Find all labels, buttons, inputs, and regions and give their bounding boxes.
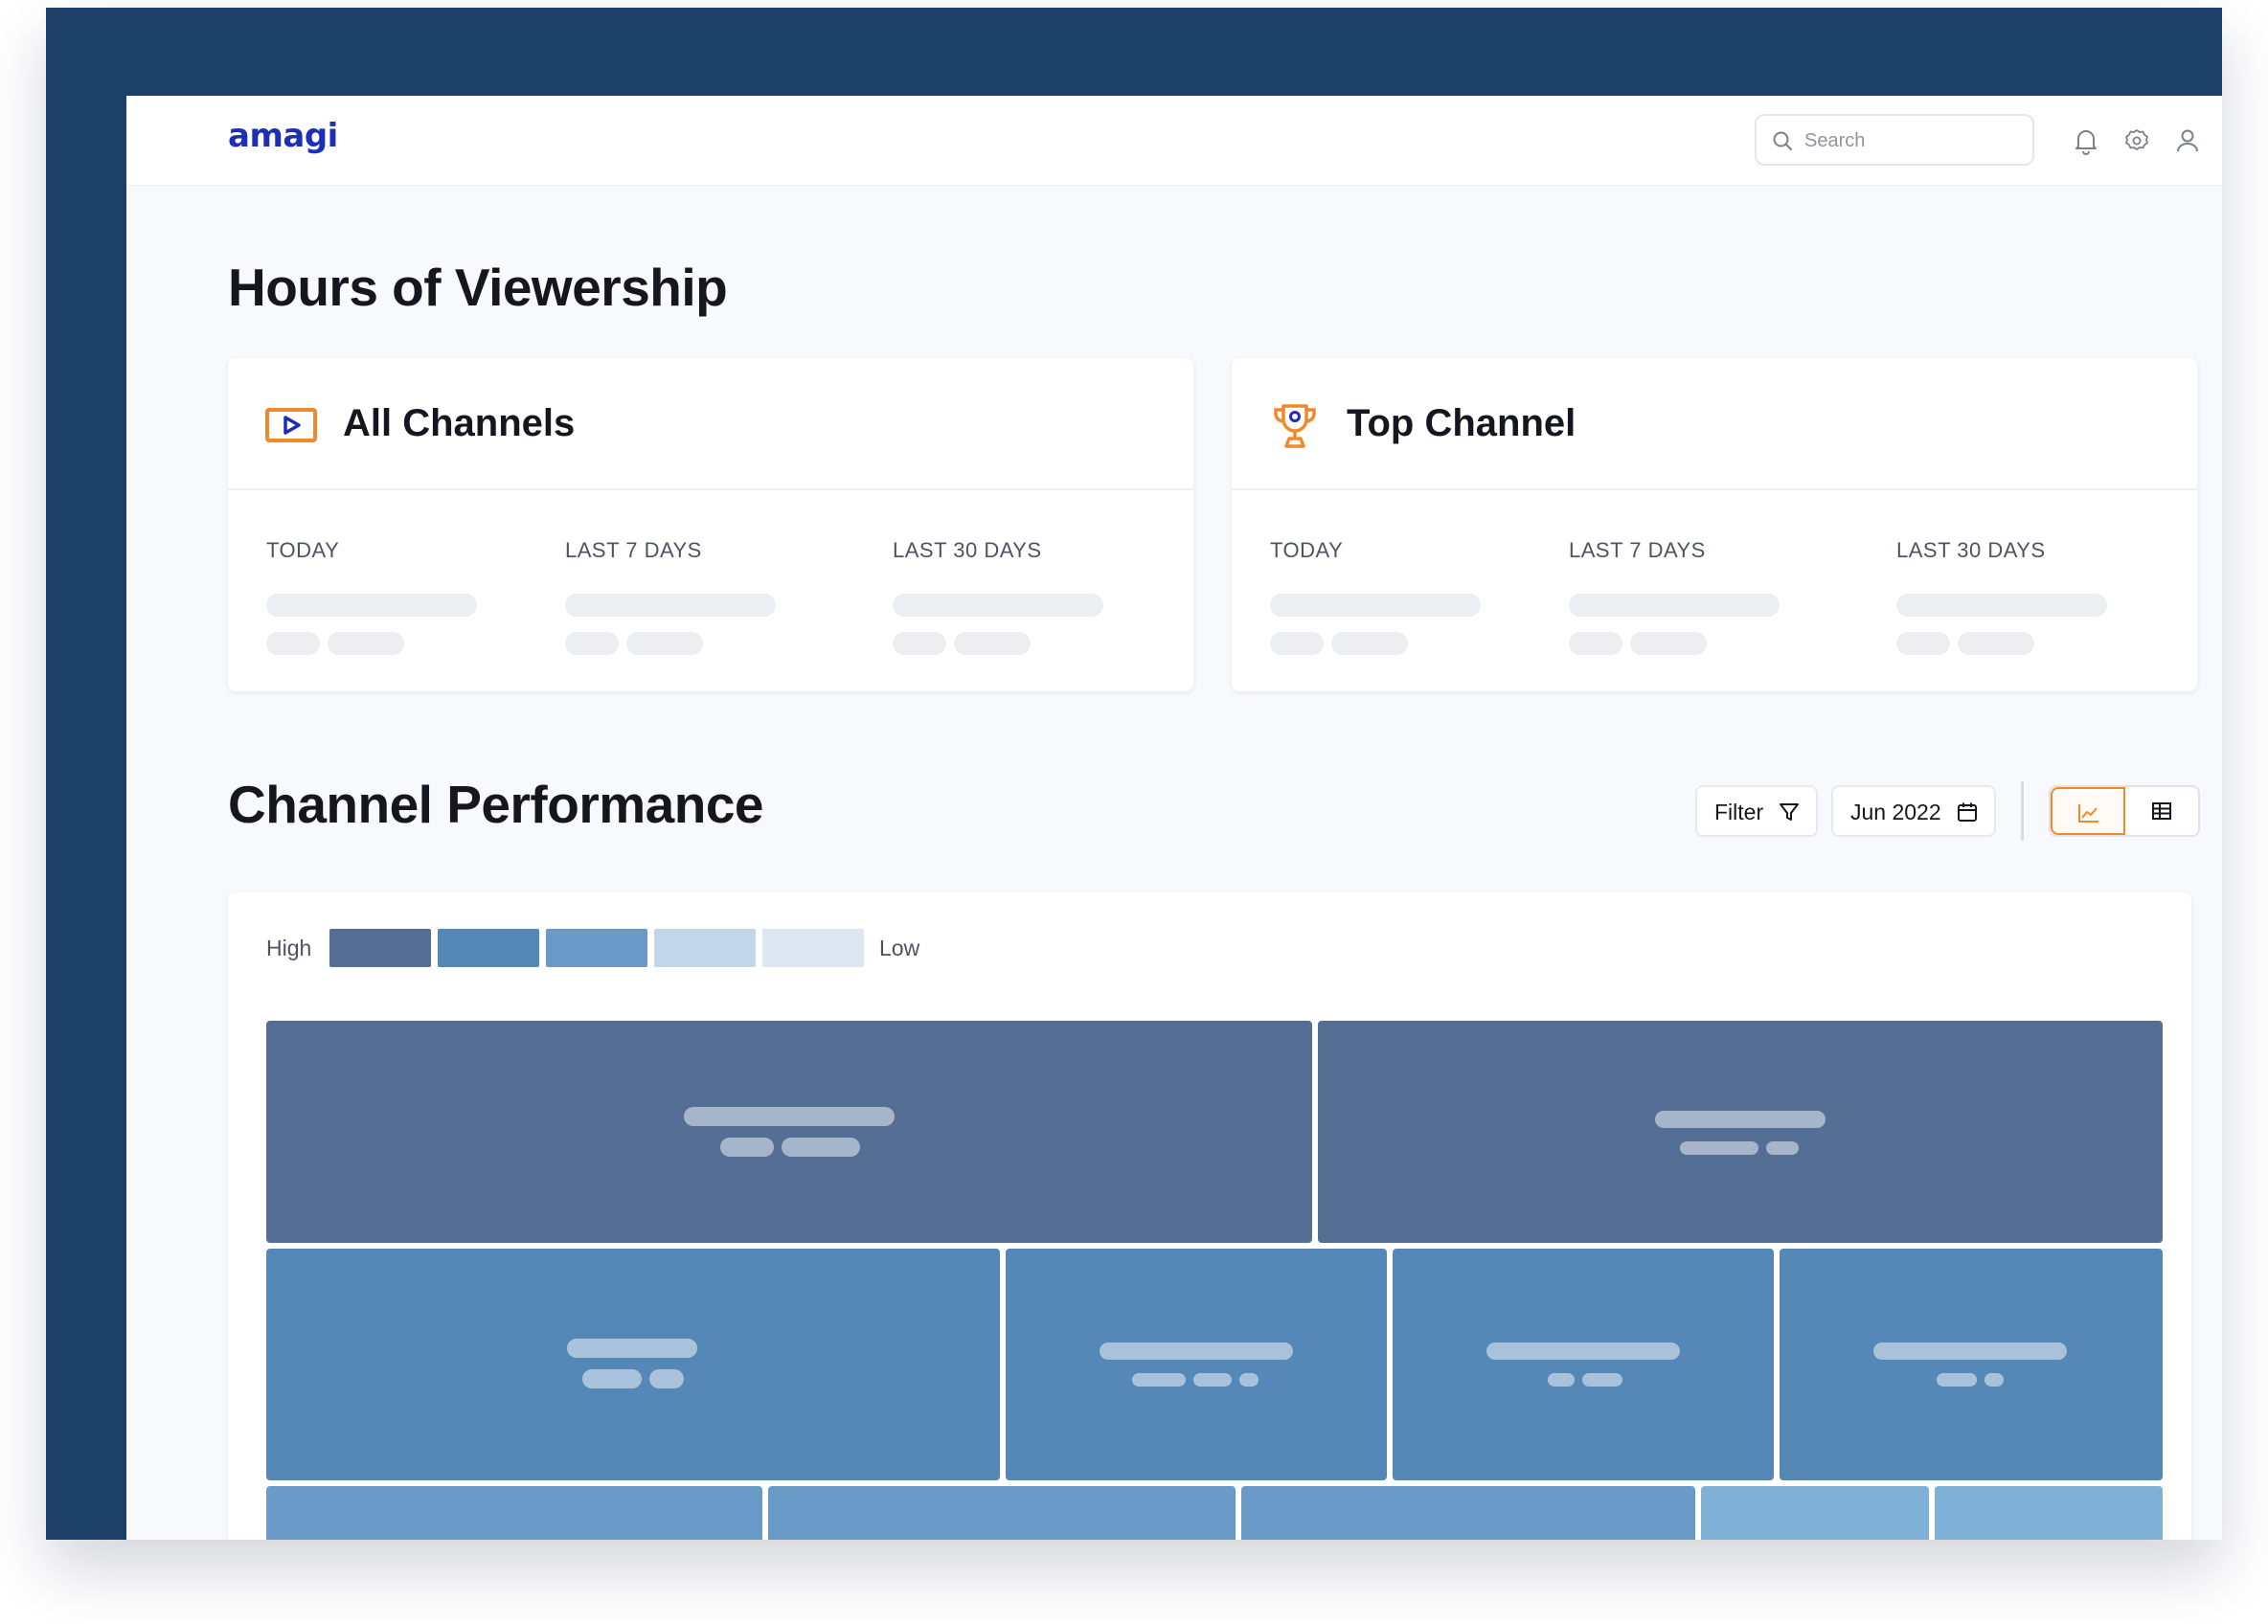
heatmap-tile[interactable]: [266, 1021, 1312, 1243]
loading-placeholder: [1630, 632, 1707, 655]
loading-placeholder: [1896, 594, 2107, 617]
filter-icon: [1780, 803, 1799, 821]
heatmap-tile[interactable]: [1241, 1486, 1695, 1540]
legend-swatch: [654, 929, 756, 967]
loading-placeholder: [266, 594, 477, 617]
loading-placeholder: [328, 632, 404, 655]
loading-placeholder: [626, 632, 703, 655]
loading-placeholder: [1270, 594, 1481, 617]
heatmap-tile[interactable]: [1318, 1021, 2163, 1243]
top-bar: amagi: [126, 96, 2222, 186]
filter-label: Filter: [1714, 800, 1764, 824]
all-channels-card: All Channels TODAY LAST 7 DAYS LAST 30 D…: [228, 358, 1193, 691]
card-title: Top Channel: [1347, 402, 1576, 444]
stat-label-last-7-days: LAST 7 DAYS: [1569, 538, 1706, 562]
loading-placeholder: [1569, 632, 1622, 655]
loading-placeholder: [954, 632, 1031, 655]
card-title: All Channels: [343, 402, 576, 444]
loading-placeholder: [1958, 632, 2034, 655]
loading-placeholder: [1486, 1342, 1680, 1360]
loading-placeholder: [782, 1138, 860, 1157]
loading-placeholder: [1132, 1373, 1186, 1387]
filter-button[interactable]: Filter: [1695, 785, 1818, 837]
bell-icon[interactable]: [2073, 126, 2101, 155]
stat-label-last-30-days: LAST 30 DAYS: [893, 538, 1042, 562]
trophy-icon: [1268, 398, 1322, 452]
loading-placeholder: [1655, 1111, 1826, 1128]
heatmap-tile[interactable]: [768, 1486, 1236, 1540]
section-title: Channel Performance: [228, 775, 764, 834]
heatmap-card: High Low: [228, 892, 2191, 1540]
loading-placeholder: [1100, 1342, 1293, 1360]
heatmap-tile[interactable]: [1935, 1486, 2163, 1540]
loading-placeholder: [684, 1107, 895, 1126]
date-label: Jun 2022: [1850, 800, 1941, 824]
calendar-icon: [1958, 802, 1977, 822]
date-picker-button[interactable]: Jun 2022: [1831, 785, 1996, 837]
stat-label-today: TODAY: [1270, 538, 1344, 562]
legend-swatch: [762, 929, 864, 967]
loading-placeholder: [266, 632, 320, 655]
page-title: Hours of Viewership: [228, 258, 728, 317]
gear-icon[interactable]: [2123, 126, 2152, 155]
loading-placeholder: [1582, 1373, 1622, 1387]
loading-placeholder: [1569, 594, 1780, 617]
loading-placeholder: [1896, 632, 1950, 655]
loading-placeholder: [1873, 1342, 2067, 1360]
loading-placeholder: [649, 1369, 684, 1388]
play-icon: [264, 398, 318, 452]
heatmap-tile[interactable]: [1701, 1486, 1929, 1540]
search-input[interactable]: [1804, 126, 2015, 155]
loading-placeholder: [1270, 632, 1324, 655]
card-header: All Channels: [228, 358, 1193, 490]
stat-label-last-7-days: LAST 7 DAYS: [565, 538, 702, 562]
top-channel-card: Top Channel TODAY LAST 7 DAYS LAST 30 DA…: [1232, 358, 2197, 691]
app-window: amagi Hours of Viewership A: [126, 96, 2222, 1540]
loading-placeholder: [1239, 1373, 1259, 1387]
loading-placeholder: [720, 1138, 774, 1157]
window-frame: amagi Hours of Viewership A: [46, 8, 2222, 1540]
legend-swatch: [546, 929, 647, 967]
loading-placeholder: [582, 1369, 642, 1388]
loading-placeholder: [1766, 1141, 1799, 1155]
legend-low-label: Low: [879, 936, 920, 960]
card-header: Top Channel: [1232, 358, 2197, 490]
loading-placeholder: [1193, 1373, 1232, 1387]
loading-placeholder: [565, 594, 776, 617]
loading-placeholder: [565, 632, 619, 655]
heatmap-tile[interactable]: [266, 1486, 762, 1540]
heatmap-tile[interactable]: [266, 1249, 1000, 1480]
loading-placeholder: [1331, 632, 1408, 655]
legend-swatch: [329, 929, 431, 967]
loading-placeholder: [1937, 1373, 1977, 1387]
loading-placeholder: [1984, 1373, 2004, 1387]
heatmap-tile[interactable]: [1780, 1249, 2163, 1480]
table-icon: [2152, 802, 2171, 820]
loading-placeholder: [893, 632, 946, 655]
loading-placeholder: [1548, 1373, 1575, 1387]
amagi-logo[interactable]: amagi: [228, 117, 338, 155]
heatmap-tile[interactable]: [1006, 1249, 1387, 1480]
loading-placeholder: [1680, 1141, 1758, 1155]
loading-placeholder: [893, 594, 1103, 617]
legend-swatch: [438, 929, 539, 967]
divider: [2021, 781, 2024, 841]
legend-high-label: High: [266, 936, 312, 960]
chart-view-button[interactable]: [2051, 787, 2125, 835]
table-view-button[interactable]: [2125, 787, 2198, 835]
user-icon[interactable]: [2174, 126, 2203, 155]
search-box[interactable]: [1755, 114, 2034, 166]
stat-label-last-30-days: LAST 30 DAYS: [1896, 538, 2046, 562]
view-toggle: [2049, 785, 2200, 837]
line-chart-icon: [2078, 804, 2098, 823]
loading-placeholder: [567, 1339, 697, 1358]
heatmap-tile[interactable]: [1393, 1249, 1774, 1480]
stat-label-today: TODAY: [266, 538, 340, 562]
search-icon: [1773, 131, 1792, 150]
